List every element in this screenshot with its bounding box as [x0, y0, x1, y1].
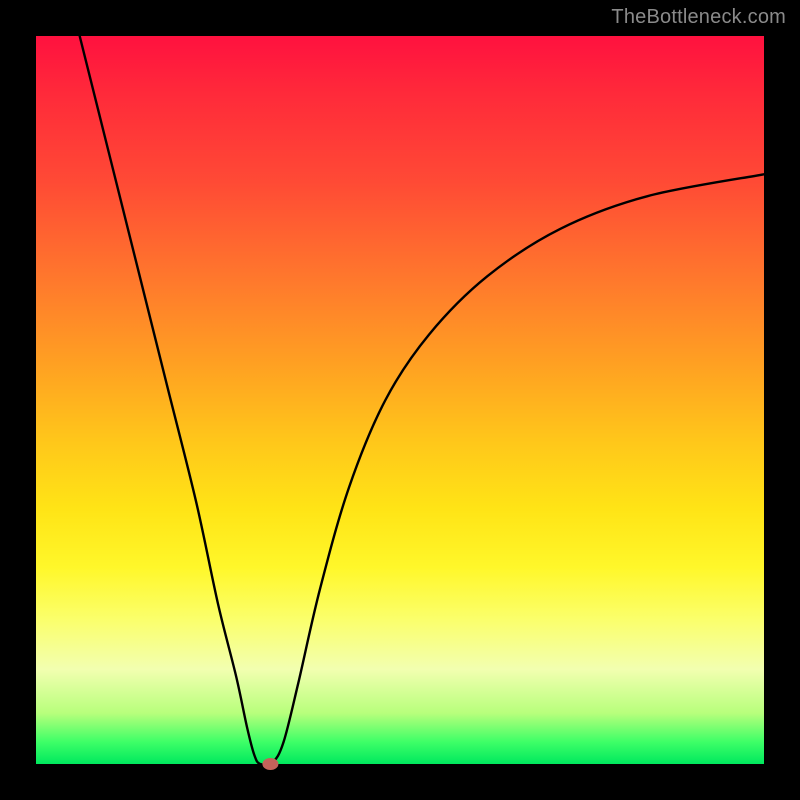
bottleneck-curve [36, 36, 764, 764]
minimum-marker [262, 758, 278, 770]
curve-path [80, 36, 764, 765]
attribution-text: TheBottleneck.com [611, 6, 786, 29]
plot-area [36, 36, 764, 764]
chart-stage: TheBottleneck.com [0, 0, 800, 800]
